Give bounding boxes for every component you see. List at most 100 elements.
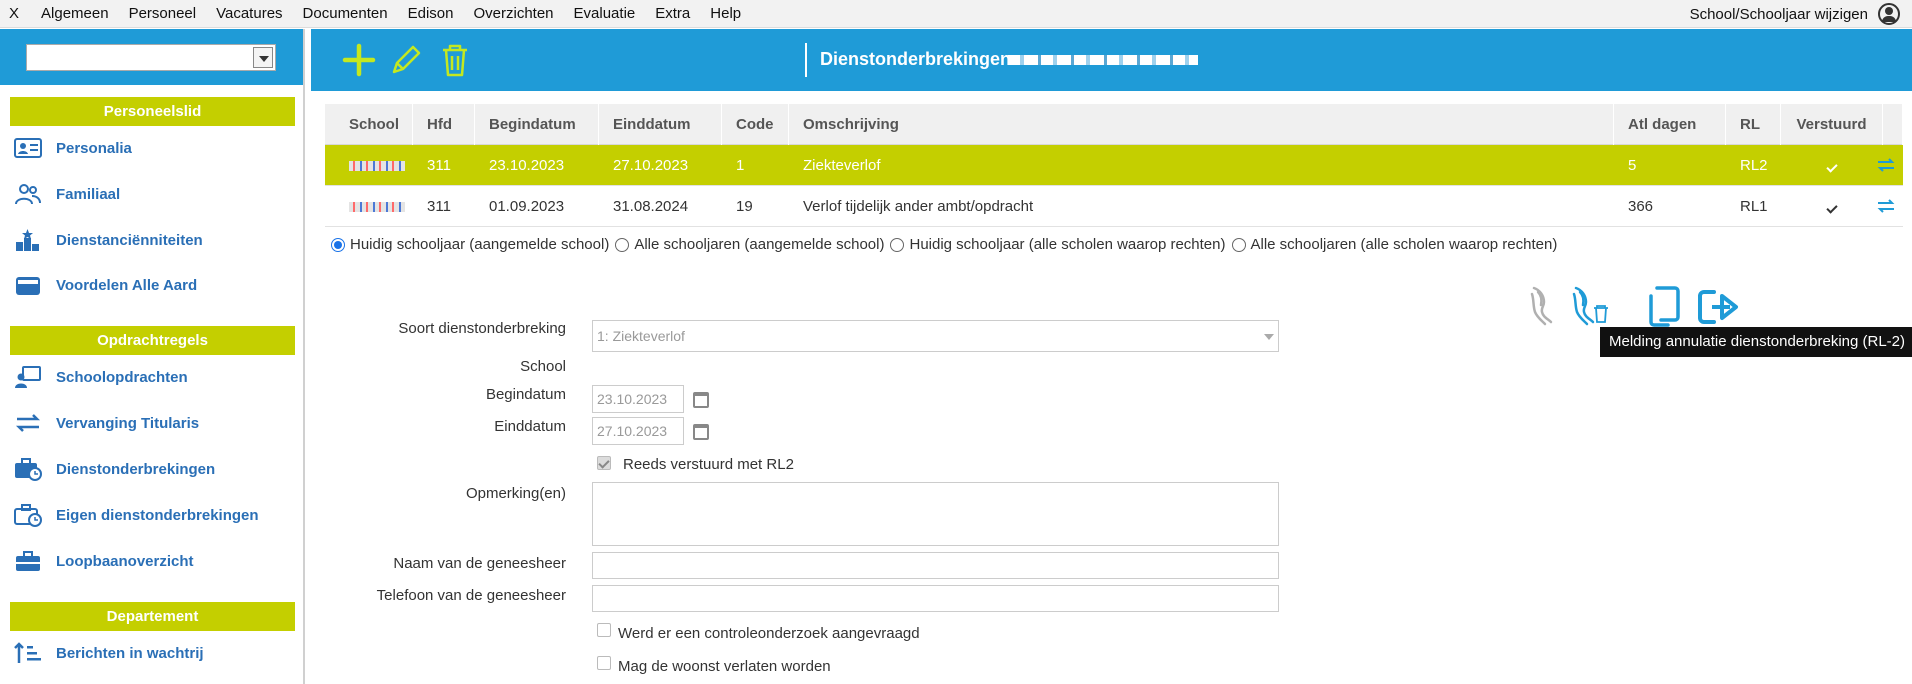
opmerking-textarea[interactable] xyxy=(592,482,1279,546)
column-header-omschrijving[interactable]: Omschrijving xyxy=(789,103,1614,145)
code-cell: 19 xyxy=(736,197,753,215)
telefoon-label: Telefoon van de geneesheer xyxy=(376,587,566,604)
menu-item-vacatures[interactable]: Vacatures xyxy=(206,0,292,28)
menu-item-overzichten[interactable]: Overzichten xyxy=(463,0,563,28)
begin-label: Begindatum xyxy=(485,386,566,403)
copy-icon[interactable] xyxy=(1643,284,1685,330)
telefoon-geneesheer-input[interactable] xyxy=(592,585,1279,612)
column-header-begindatum[interactable]: Begindatum xyxy=(475,103,599,145)
verstuurd-cell xyxy=(1781,157,1883,174)
menu-item-extra[interactable]: Extra xyxy=(645,0,700,28)
table-row[interactable]: 311 23.10.2023 27.10.2023 1 Ziekteverlof… xyxy=(325,145,1903,186)
woonst-checkbox[interactable] xyxy=(597,656,611,670)
page-title: Dienstonderbrekingen xyxy=(820,49,1012,69)
menu-bar: X Algemeen Personeel Vacatures Documente… xyxy=(0,0,1912,28)
column-header-hfd[interactable]: Hfd xyxy=(413,103,475,145)
column-header-verstuurd[interactable]: Verstuurd xyxy=(1781,103,1883,145)
hfd-cell: 311 xyxy=(427,197,451,215)
begindatum-input[interactable]: 23.10.2023 xyxy=(592,385,684,413)
menu-item-documenten[interactable]: Documenten xyxy=(293,0,398,28)
menu-item-edison[interactable]: Edison xyxy=(398,0,464,28)
sidebar-item-label: Dienstonderbrekingen xyxy=(56,460,216,478)
menu-item-close[interactable]: X xyxy=(0,0,31,28)
opmerking-label: Opmerking(en) xyxy=(465,485,566,502)
briefcase-clock-icon xyxy=(15,458,42,481)
radio-label[interactable]: Huidig schooljaar (alle scholen waarop r… xyxy=(909,236,1225,253)
column-header-atl-dagen[interactable]: Atl dagen xyxy=(1614,103,1726,145)
chevron-down-icon[interactable] xyxy=(1264,334,1274,340)
redacted-person-name xyxy=(1008,55,1198,65)
tooltip: Melding annulatie dienstonderbreking (RL… xyxy=(1600,327,1912,357)
sidebar-item-label: Berichten in wachtrij xyxy=(56,644,204,662)
radio-alle-aangemelde[interactable] xyxy=(615,237,630,252)
radio-label[interactable]: Alle schooljaren (alle scholen waarop re… xyxy=(1251,236,1558,253)
column-header-school[interactable]: School xyxy=(325,103,413,145)
school-cell xyxy=(325,198,413,215)
reeds-verstuurd-checkbox[interactable] xyxy=(597,456,611,470)
radio-huidig-aangemelde[interactable] xyxy=(331,237,345,252)
swap-icon[interactable] xyxy=(1877,199,1895,213)
controleonderzoek-checkbox[interactable] xyxy=(597,623,611,637)
redacted-school xyxy=(349,201,405,212)
table-header: School Hfd Begindatum Einddatum Code Oms… xyxy=(325,103,1903,145)
add-icon[interactable] xyxy=(340,41,378,79)
einddatum-input[interactable]: 27.10.2023 xyxy=(592,417,684,445)
begin-cell: 01.09.2023 xyxy=(489,197,565,215)
sidebar-top xyxy=(0,29,303,85)
sidebar-item-schoolopdrachten[interactable]: Schoolopdrachten xyxy=(14,361,188,393)
omschrijving-cell: Ziekteverlof xyxy=(803,156,881,174)
schooljaar-filter: Huidig schooljaar (aangemelde school) Al… xyxy=(329,236,1561,253)
radio-label[interactable]: Huidig schooljaar (aangemelde school) xyxy=(350,236,609,253)
radio-huidig-alle-scholen[interactable] xyxy=(890,237,905,252)
person-select[interactable] xyxy=(26,44,276,71)
school-year-switch[interactable]: School/Schooljaar wijzigen xyxy=(1690,0,1900,28)
sidebar-item-label: Eigen dienstonderbrekingen xyxy=(56,506,259,524)
end-label: Einddatum xyxy=(494,418,566,435)
sidebar-item-personalia[interactable]: Personalia xyxy=(14,132,132,164)
column-header-rl[interactable]: RL xyxy=(1726,103,1781,145)
menu-item-evaluatie[interactable]: Evaluatie xyxy=(564,0,646,28)
woonst-label: Mag de woonst verlaten worden xyxy=(618,658,831,675)
school-label: School xyxy=(520,358,566,375)
chevron-down-icon[interactable] xyxy=(253,47,273,68)
swap-icon[interactable] xyxy=(1877,158,1895,172)
sidebar-item-eigen-dienstonderbrekingen[interactable]: Eigen dienstonderbrekingen xyxy=(14,499,259,531)
sidebar-item-loopbaanoverzicht[interactable]: Loopbaanoverzicht xyxy=(14,545,194,577)
edit-icon[interactable] xyxy=(387,41,425,79)
flemish-lion-icon[interactable] xyxy=(1526,284,1558,330)
sidebar-item-dienstancienniteiten[interactable]: Dienstanciënniteiten xyxy=(14,224,203,256)
teacher-icon xyxy=(15,366,41,388)
naam-geneesheer-input[interactable] xyxy=(592,552,1279,579)
menu-item-personeel[interactable]: Personeel xyxy=(119,0,207,28)
export-icon[interactable] xyxy=(1696,286,1744,328)
sidebar-item-familiaal[interactable]: Familiaal xyxy=(14,178,120,210)
column-header-einddatum[interactable]: Einddatum xyxy=(599,103,722,145)
column-header-code[interactable]: Code xyxy=(722,103,789,145)
school-cell xyxy=(325,157,413,174)
id-card-icon xyxy=(14,138,42,158)
calendar-icon[interactable] xyxy=(693,392,709,408)
menu-item-help[interactable]: Help xyxy=(700,0,751,28)
sidebar-item-label: Schoolopdrachten xyxy=(56,368,188,386)
radio-alle-alle-scholen[interactable] xyxy=(1231,237,1246,252)
check-icon xyxy=(1826,160,1838,173)
soort-select[interactable]: 1: Ziekteverlof xyxy=(592,320,1279,352)
table-row[interactable]: 311 01.09.2023 31.08.2024 19 Verlof tijd… xyxy=(325,186,1903,227)
soort-value: 1: Ziekteverlof xyxy=(597,328,685,344)
sidebar-item-vervanging-titularis[interactable]: Vervanging Titularis xyxy=(14,407,199,439)
check-icon xyxy=(1826,201,1838,214)
sidebar-item-berichten[interactable]: Berichten in wachtrij xyxy=(14,637,204,669)
school-year-switch-label[interactable]: School/Schooljaar wijzigen xyxy=(1690,6,1868,23)
radio-label[interactable]: Alle schooljaren (aangemelde school) xyxy=(634,236,884,253)
redacted-school xyxy=(349,160,405,171)
flemish-lion-delete-icon[interactable] xyxy=(1568,284,1612,330)
section-header-opdrachtregels: Opdrachtregels xyxy=(10,326,295,355)
sidebar-item-dienstonderbrekingen[interactable]: Dienstonderbrekingen xyxy=(14,453,215,485)
sidebar-item-voordelen[interactable]: Voordelen Alle Aard xyxy=(14,269,197,301)
hfd-cell: 311 xyxy=(427,156,451,174)
omschrijving-cell: Verlof tijdelijk ander ambt/opdracht xyxy=(803,197,1034,215)
menu-item-algemeen[interactable]: Algemeen xyxy=(31,0,119,28)
calendar-icon[interactable] xyxy=(693,424,709,440)
delete-icon[interactable] xyxy=(436,41,474,79)
user-icon[interactable] xyxy=(1878,3,1900,25)
